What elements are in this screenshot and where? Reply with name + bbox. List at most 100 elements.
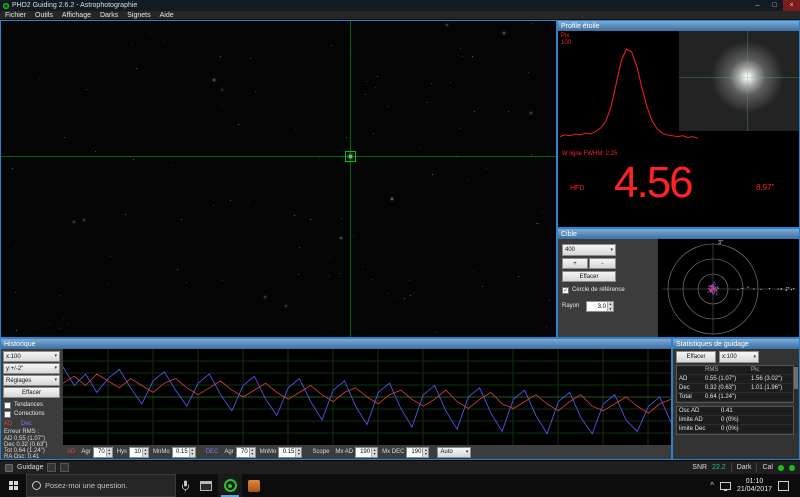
mxad-spinner[interactable]: 190 ▲ ▼: [355, 446, 379, 458]
dec-mode-select[interactable]: Auto ▾: [437, 446, 472, 458]
cal-indicator: Cal: [762, 464, 773, 471]
zoom-in-button[interactable]: +: [562, 258, 588, 269]
history-xscale-select[interactable]: x:100 ▾: [3, 351, 60, 362]
star-profile-caption[interactable]: Profile étoile: [558, 21, 799, 31]
guide-state-icon: [5, 463, 13, 472]
zoom-out-button[interactable]: -: [589, 258, 616, 269]
taskbar-clock[interactable]: 01:10 21/04/2017: [737, 478, 772, 494]
ref-circle-checkbox[interactable]: ✓: [562, 287, 569, 294]
pix-label: Pix: [561, 33, 570, 39]
target-zoom-select[interactable]: 400 ▾: [562, 244, 616, 256]
ra-mnmo-spinner[interactable]: 0.15 ▲ ▼: [171, 446, 196, 458]
status-mode: Guidage: [17, 464, 44, 471]
capture-app-taskbar-icon[interactable]: [242, 474, 266, 497]
target-clear-button[interactable]: Effacer: [562, 271, 616, 282]
spinner-buttons[interactable]: ▲ ▼: [142, 447, 149, 457]
spinner-buttons[interactable]: ▲ ▼: [248, 447, 255, 457]
ra-agr-spinner[interactable]: 70 ▲ ▼: [92, 446, 113, 458]
stat-label: Dec: [679, 385, 690, 391]
spinner-buttons[interactable]: ▲ ▼: [422, 447, 429, 457]
menu-aide[interactable]: Aide: [160, 12, 174, 19]
menu-signets[interactable]: Signets: [127, 12, 150, 19]
target-caption[interactable]: Cible: [558, 229, 799, 239]
window-controls: – □ ×: [749, 0, 800, 11]
stat-label: Total: [679, 394, 692, 400]
ra-section-label: AD: [67, 449, 76, 455]
ref-circle-label: Cercle de référence: [572, 287, 625, 293]
stats-scrollbar[interactable]: [794, 365, 798, 433]
phd2-taskbar-icon[interactable]: [218, 474, 242, 497]
stats-row-osc: Osc AD 0.41: [677, 407, 793, 416]
chevron-down-icon: ▾: [54, 365, 57, 371]
title-bar: PHD2 Guiding 2.6.2 - Astrophotographie –…: [0, 0, 800, 11]
action-center-icon[interactable]: [778, 480, 789, 491]
spinner-buttons[interactable]: ▲ ▼: [188, 447, 195, 457]
stats-scale-select[interactable]: x:100 ▾: [719, 351, 759, 363]
app-taskbar-icon[interactable]: [194, 474, 218, 497]
dec-agr-spinner[interactable]: 70 ▲ ▼: [235, 446, 256, 458]
spinner-buttons[interactable]: ▲ ▼: [371, 447, 378, 457]
history-xscale-value: x:100: [6, 353, 21, 360]
hys-spinner[interactable]: 10 ▲ ▼: [129, 446, 150, 458]
stat-rms: 0.32 (0.63"): [705, 385, 737, 391]
maximize-button[interactable]: □: [766, 0, 783, 11]
trend-checkbox[interactable]: [4, 402, 11, 409]
target-controls: 400 ▾ + - Effacer ✓ Cercle de référence …: [558, 239, 658, 337]
menu-darks[interactable]: Darks: [100, 12, 118, 19]
start-button[interactable]: [0, 474, 26, 497]
col-rms: RMS: [705, 367, 719, 373]
crosshair-vertical: [350, 21, 351, 337]
history-caption[interactable]: Historique: [1, 339, 671, 349]
hys-value: 10: [134, 449, 142, 455]
mxdec-label: Mx DEC: [382, 449, 405, 455]
history-settings-button[interactable]: Réglages ▾: [3, 375, 60, 386]
history-clear-button[interactable]: Effacer: [3, 387, 60, 398]
dec-mnmo-spinner[interactable]: 0.15 ▲ ▼: [278, 446, 303, 458]
stat-label: limite AD: [679, 417, 703, 423]
rms-header: Erreur RMS :: [4, 429, 40, 435]
tray-expand-icon[interactable]: ^: [710, 481, 714, 490]
corrections-label: Corrections: [14, 411, 45, 417]
mxdec-spinner[interactable]: 190 ▲ ▼: [406, 446, 430, 458]
minimize-button[interactable]: –: [749, 0, 766, 11]
main-camera-view[interactable]: [0, 20, 557, 338]
menu-affichage[interactable]: Affichage: [62, 12, 91, 19]
dec-mnmo-value: 0.15: [282, 449, 295, 455]
ra-osc: RA Osc: 0.41: [4, 454, 40, 459]
menu-outils[interactable]: Outils: [35, 12, 53, 19]
dec-mnmo-label: MnMo: [259, 449, 277, 455]
hfd-value: 4.56: [614, 158, 694, 207]
scope-section-label: Scope: [312, 449, 330, 455]
microphone-icon: [181, 480, 189, 491]
stats-clear-button[interactable]: Effacer: [676, 351, 716, 363]
close-button[interactable]: ×: [783, 0, 800, 11]
stat-rms: 0.55 (1.07"): [705, 376, 737, 382]
stat-label: AD: [679, 376, 688, 382]
corrections-checkbox[interactable]: [4, 411, 11, 418]
radius-spinner[interactable]: 3.0 ▲ ▼: [586, 301, 614, 312]
mxad-value: 190: [360, 449, 371, 455]
menu-fichier[interactable]: Fichier: [5, 12, 26, 19]
stat-rms: 0.64 (1.24"): [705, 394, 737, 400]
history-yscale-select[interactable]: y:+/-2" ▾: [3, 363, 60, 374]
search-placeholder: Posez-moi une question.: [45, 481, 128, 490]
dec-mode-value: Auto: [440, 449, 453, 455]
mic-button[interactable]: [176, 474, 194, 497]
history-controls-sidebar: x:100 ▾ y:+/-2" ▾ Réglages ▾ Effacer Ten…: [1, 349, 63, 459]
history-yscale-value: y:+/-2": [6, 365, 24, 372]
taskbar-search[interactable]: Posez-moi une question.: [26, 474, 176, 497]
scrollbar-thumb[interactable]: [794, 367, 798, 389]
display-tray-icon[interactable]: [719, 481, 731, 491]
windows-logo-icon: [8, 481, 18, 490]
history-pane: Historique x:100 ▾ y:+/-2" ▾ Réglages ▾ …: [0, 338, 672, 460]
stats-caption[interactable]: Statistiques de guidage: [673, 339, 799, 349]
col-pic: Pic: [751, 367, 760, 373]
phd2-window: PHD2 Guiding 2.6.2 - Astrophotographie –…: [0, 0, 800, 497]
history-graph-svg: [63, 349, 671, 445]
app-window-icon: [200, 480, 212, 491]
spinner-buttons[interactable]: ▲ ▼: [105, 447, 112, 457]
spinner-buttons[interactable]: ▲ ▼: [607, 302, 613, 311]
search-icon: [32, 481, 41, 490]
spinner-buttons[interactable]: ▲ ▼: [295, 447, 302, 457]
menu-bar: Fichier Outils Affichage Darks Signets A…: [0, 11, 800, 20]
